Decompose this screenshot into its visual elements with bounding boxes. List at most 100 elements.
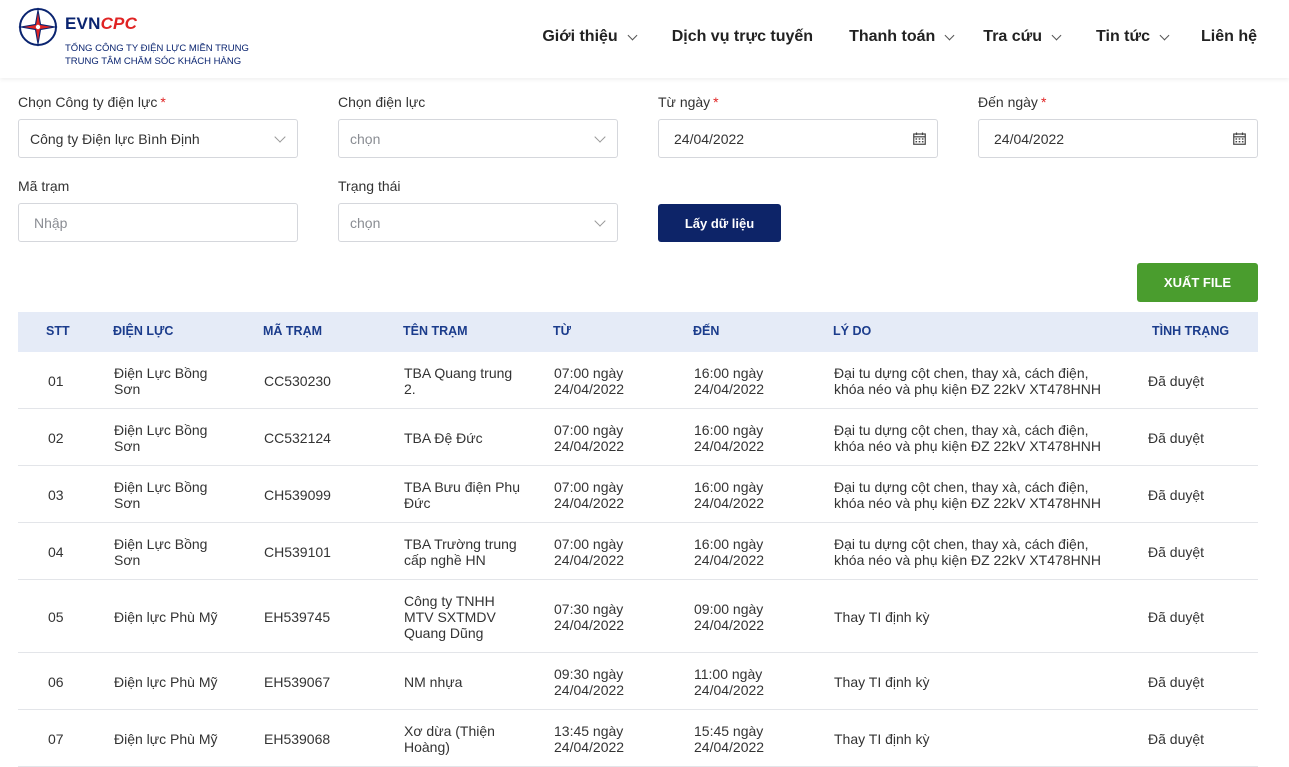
cell-tinh-trang-line: Đã duyệt bbox=[1148, 430, 1205, 446]
from-date-value: 24/04/2022 bbox=[674, 130, 745, 147]
cell-dien-luc: Điện Lực Bồng Sơn bbox=[114, 479, 254, 511]
cell-ten-tram-line: NM nhựa bbox=[404, 674, 463, 690]
column-header-den: ĐẾN bbox=[693, 324, 720, 338]
brand-name: EVNCPC bbox=[65, 14, 137, 34]
cell-dien-luc-line: Sơn bbox=[114, 438, 141, 454]
calendar-icon[interactable] bbox=[1233, 132, 1246, 145]
table-row: 05 Điện lực Phù Mỹ EH539745 Công ty TNHH MTV… bbox=[18, 580, 1258, 653]
company-label-text: Chọn Công ty điện lực bbox=[18, 94, 158, 110]
cell-tinh-trang-line: Đã duyệt bbox=[1148, 373, 1205, 389]
calendar-icon[interactable] bbox=[913, 132, 926, 145]
from-date-input[interactable]: 24/04/2022 bbox=[658, 119, 938, 158]
cell-tu-line: 07:00 ngày bbox=[554, 479, 624, 495]
cell-tu: 07:30 ngày 24/04/2022 bbox=[554, 601, 684, 633]
cell-stt-line: 02 bbox=[48, 430, 64, 446]
cell-tu-line: 13:45 ngày bbox=[554, 723, 624, 739]
cell-ma-tram-line: CC532124 bbox=[264, 430, 331, 446]
nav-item-gioi-thieu[interactable]: Giới thiệu bbox=[542, 28, 638, 46]
nav-item-thanh-toan[interactable]: Thanh toán bbox=[849, 28, 955, 46]
cell-tinh-trang: Đã duyệt bbox=[1148, 731, 1228, 747]
table-row: 07 Điện lực Phù Mỹ EH539068 Xơ dừa (Thiện Ho… bbox=[18, 710, 1258, 767]
required-mark: * bbox=[160, 94, 166, 110]
nav-label: Tin tức bbox=[1096, 28, 1150, 45]
electric-select[interactable]: chọn bbox=[338, 119, 618, 158]
cell-stt: 02 bbox=[48, 430, 88, 446]
to-date-label: Đến ngày * bbox=[978, 94, 1046, 110]
brand-cpc: CPC bbox=[100, 14, 138, 33]
cell-dien-luc-line: Điện lực Phù Mỹ bbox=[114, 609, 218, 625]
cell-ly-do-line: khóa néo và phụ kiện ĐZ 22kV XT478HNH bbox=[834, 552, 1101, 568]
cell-tu: 07:00 ngày 24/04/2022 bbox=[554, 422, 684, 454]
cell-ten-tram: TBA Quang trung 2. bbox=[404, 365, 544, 397]
cell-den-line: 24/04/2022 bbox=[694, 381, 765, 397]
cell-ly-do-line: Thay TI định kỳ bbox=[834, 674, 930, 690]
required-mark: * bbox=[713, 94, 719, 110]
company-name-line2: TRUNG TÂM CHĂM SÓC KHÁCH HÀNG bbox=[65, 56, 242, 67]
cell-tu-line: 24/04/2022 bbox=[554, 381, 625, 397]
cell-stt: 06 bbox=[48, 674, 88, 690]
cell-ma-tram: CH539101 bbox=[264, 544, 394, 560]
cell-ten-tram-line: Hoàng) bbox=[404, 739, 450, 755]
cell-stt-line: 01 bbox=[48, 373, 64, 389]
cell-stt: 07 bbox=[48, 731, 88, 747]
to-date-value: 24/04/2022 bbox=[994, 130, 1065, 147]
nav-label: Thanh toán bbox=[849, 28, 936, 45]
cell-tinh-trang: Đã duyệt bbox=[1148, 430, 1228, 446]
cell-tu: 09:30 ngày 24/04/2022 bbox=[554, 666, 684, 698]
cell-tu: 07:00 ngày 24/04/2022 bbox=[554, 536, 684, 568]
cell-ten-tram-line: TBA Trường trung bbox=[404, 536, 517, 552]
nav-item-dich-vu-truc-tuyen[interactable]: Dịch vụ trực tuyến bbox=[672, 28, 813, 46]
cell-ly-do: Đại tu dựng cột chen, thay xà, cách điện… bbox=[834, 422, 1134, 454]
cell-tinh-trang: Đã duyệt bbox=[1148, 487, 1228, 503]
cell-dien-luc: Điện lực Phù Mỹ bbox=[114, 609, 254, 625]
cell-tu: 07:00 ngày 24/04/2022 bbox=[554, 365, 684, 397]
cell-tinh-trang: Đã duyệt bbox=[1148, 609, 1228, 625]
cell-dien-luc-line: Điện Lực Bồng bbox=[114, 422, 208, 438]
to-date-input[interactable]: 24/04/2022 bbox=[978, 119, 1258, 158]
cell-ma-tram-line: EH539745 bbox=[264, 609, 331, 625]
station-code-input[interactable]: Nhập bbox=[18, 203, 298, 242]
get-data-button[interactable]: Lấy dữ liệu bbox=[658, 204, 781, 242]
status-select-placeholder: chọn bbox=[350, 214, 381, 231]
cell-tu-line: 24/04/2022 bbox=[554, 552, 625, 568]
cell-den-line: 24/04/2022 bbox=[694, 438, 765, 454]
cell-ly-do: Thay TI định kỳ bbox=[834, 674, 1134, 690]
cell-stt: 04 bbox=[48, 544, 88, 560]
column-header-tu: TỪ bbox=[553, 324, 572, 338]
site-header: EVNCPC TỔNG CÔNG TY ĐIỆN LỰC MIỀN TRUNG … bbox=[0, 0, 1289, 78]
cell-ly-do-line: Đại tu dựng cột chen, thay xà, cách điện… bbox=[834, 365, 1089, 381]
cell-ten-tram-line: TBA Quang trung bbox=[404, 365, 513, 381]
cell-stt: 03 bbox=[48, 487, 88, 503]
cell-ten-tram-line: Công ty TNHH bbox=[404, 593, 495, 609]
nav-item-tra-cuu[interactable]: Tra cứu bbox=[983, 28, 1062, 46]
evn-star-logo-icon bbox=[18, 7, 58, 47]
cell-ten-tram-line: Đức bbox=[404, 495, 431, 511]
brand-evn: EVN bbox=[65, 14, 101, 33]
nav-label: Giới thiệu bbox=[542, 28, 618, 45]
cell-stt-line: 04 bbox=[48, 544, 64, 560]
from-date-label: Từ ngày * bbox=[658, 94, 719, 110]
cell-tu-line: 07:00 ngày bbox=[554, 422, 624, 438]
cell-den: 11:00 ngày 24/04/2022 bbox=[694, 666, 824, 698]
status-select[interactable]: chọn bbox=[338, 203, 618, 242]
evncpc-logo[interactable]: EVNCPC TỔNG CÔNG TY ĐIỆN LỰC MIỀN TRUNG … bbox=[17, 6, 257, 72]
table-row: 06 Điện lực Phù Mỹ EH539067 NM nhựa 09:30 ng… bbox=[18, 653, 1258, 710]
cell-den-line: 16:00 ngày bbox=[694, 536, 764, 552]
cell-den-line: 24/04/2022 bbox=[694, 682, 765, 698]
nav-item-tin-tuc[interactable]: Tin tức bbox=[1096, 28, 1170, 46]
nav-item-lien-he[interactable]: Liên hệ bbox=[1201, 28, 1257, 46]
cell-ten-tram: NM nhựa bbox=[404, 674, 544, 690]
cell-ma-tram: CH539099 bbox=[264, 487, 394, 503]
company-select[interactable]: Công ty Điện lực Bình Định bbox=[18, 119, 298, 158]
nav-label: Tra cứu bbox=[983, 28, 1043, 45]
cell-tinh-trang-line: Đã duyệt bbox=[1148, 674, 1205, 690]
cell-ten-tram-line: TBA Đệ Đức bbox=[404, 430, 483, 446]
export-file-button[interactable]: XUẤT FILE bbox=[1137, 263, 1258, 302]
cell-dien-luc: Điện Lực Bồng Sơn bbox=[114, 422, 254, 454]
station-code-label: Mã trạm bbox=[18, 178, 70, 194]
cell-stt-line: 06 bbox=[48, 674, 64, 690]
cell-tinh-trang: Đã duyệt bbox=[1148, 674, 1228, 690]
cell-den-line: 15:45 ngày bbox=[694, 723, 764, 739]
nav-label: Liên hệ bbox=[1200, 28, 1257, 45]
cell-ly-do-line: khóa néo và phụ kiện ĐZ 22kV XT478HNH bbox=[834, 438, 1101, 454]
